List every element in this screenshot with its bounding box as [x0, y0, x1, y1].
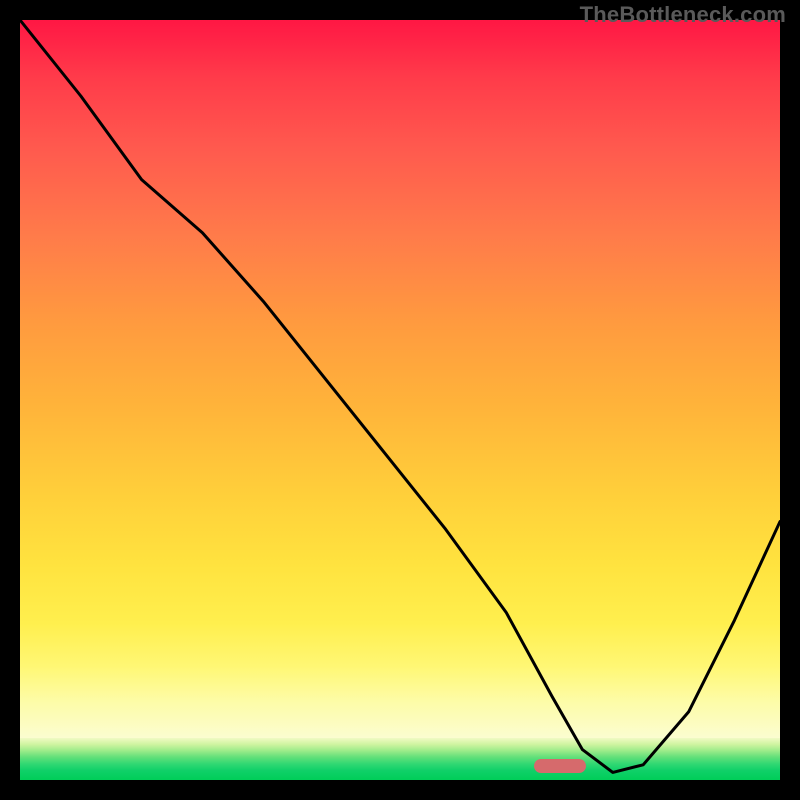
watermark-label: TheBottleneck.com: [580, 2, 786, 28]
gradient-main: [20, 20, 780, 738]
optimum-marker-pill: [534, 759, 586, 773]
plot-area: [20, 20, 780, 780]
gradient-green: [20, 738, 780, 780]
chart-frame: TheBottleneck.com: [0, 0, 800, 800]
